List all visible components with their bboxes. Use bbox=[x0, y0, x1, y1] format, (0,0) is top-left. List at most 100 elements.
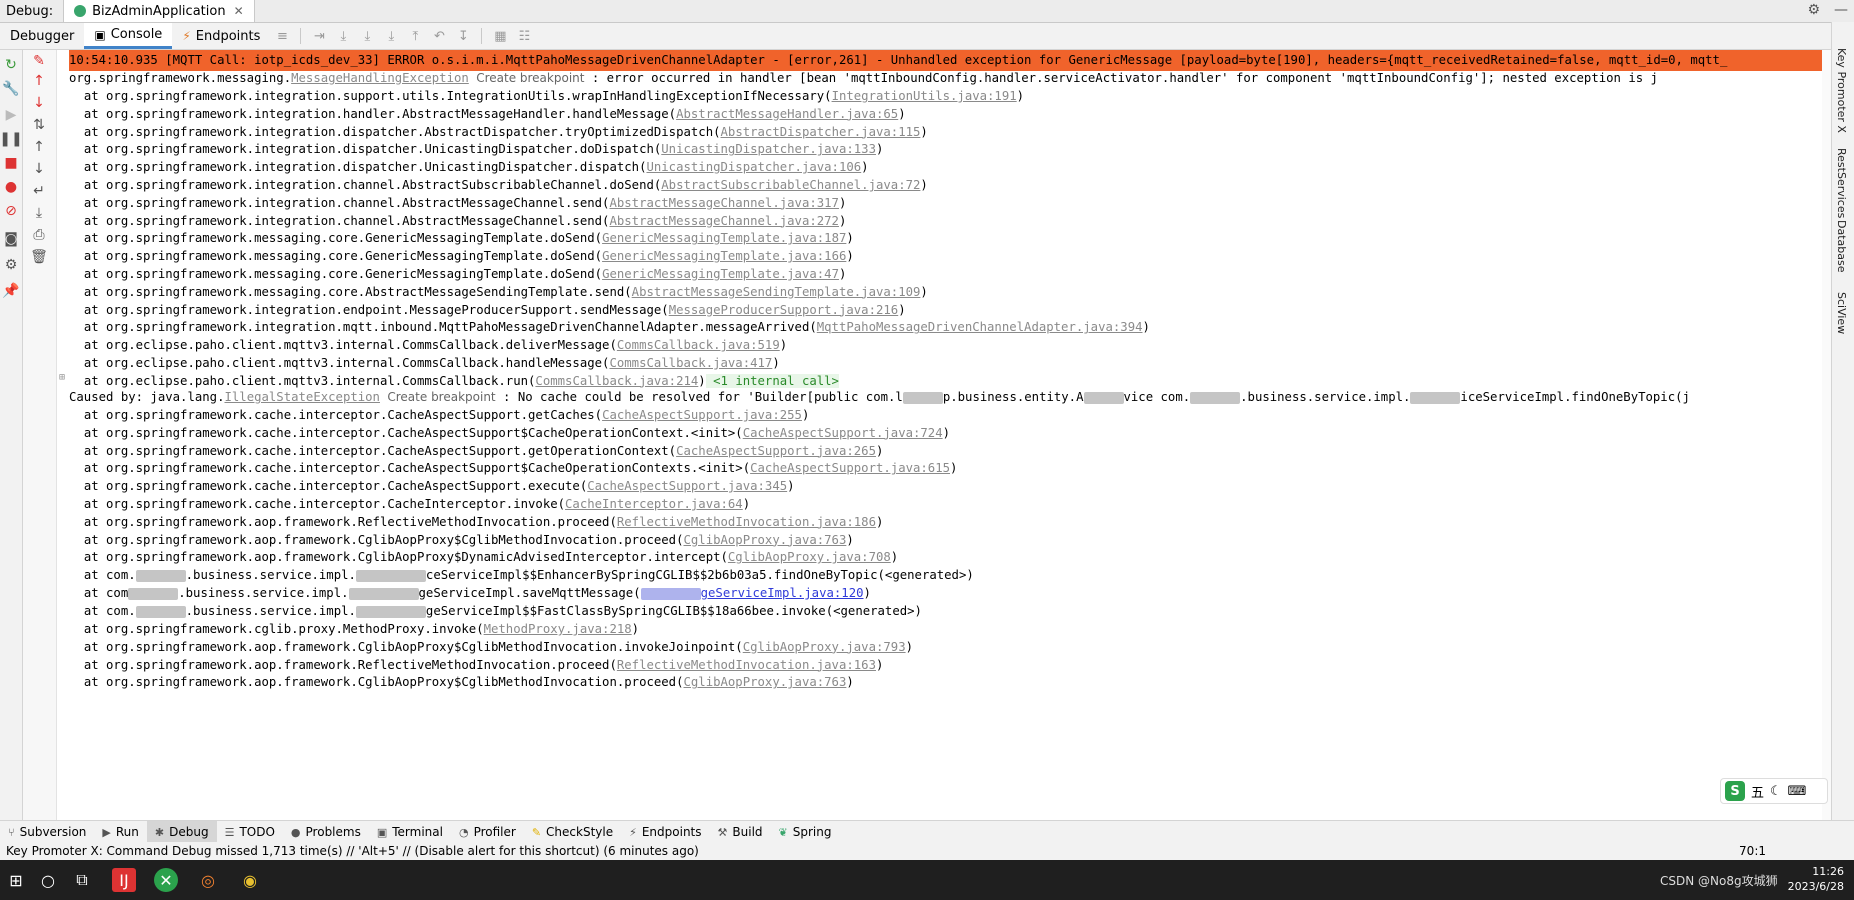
ime-mode[interactable]: 五 bbox=[1751, 782, 1764, 801]
tool-endpoints[interactable]: ⚡ Endpoints bbox=[621, 821, 709, 843]
create-breakpoint-link[interactable]: Create breakpoint bbox=[476, 71, 584, 85]
ime-toolbar[interactable]: S 五 ☾ ⌨ bbox=[1720, 778, 1828, 804]
gear-icon[interactable]: ⚙ bbox=[1807, 2, 1820, 18]
tool-restservices[interactable]: RestServices bbox=[1835, 148, 1848, 218]
source-link[interactable]: AbstractSubscribableChannel.java:72 bbox=[661, 178, 920, 192]
source-link[interactable]: MessageProducerSupport.java:216 bbox=[669, 303, 899, 317]
source-link[interactable]: GenericMessagingTemplate.java:187 bbox=[602, 231, 846, 245]
up-arrow-icon[interactable]: ↑ bbox=[30, 72, 48, 90]
tool-profiler[interactable]: ◔ Profiler bbox=[451, 821, 524, 843]
drop-frame-icon[interactable]: ↶ bbox=[432, 29, 446, 44]
source-link[interactable]: CacheAspectSupport.java:724 bbox=[743, 426, 943, 440]
step-over-icon[interactable]: ⤓ bbox=[336, 29, 350, 44]
source-link[interactable]: ReflectiveMethodInvocation.java:163 bbox=[617, 658, 876, 672]
tool-database[interactable]: Database bbox=[1835, 220, 1848, 273]
source-link[interactable]: CglibAopProxy.java:708 bbox=[728, 550, 891, 564]
source-link[interactable]: CommsCallback.java:417 bbox=[609, 356, 772, 370]
tool-spring[interactable]: ❦ Spring bbox=[771, 821, 840, 843]
source-link[interactable]: CglibAopProxy.java:763 bbox=[683, 675, 846, 689]
internal-call-fold[interactable]: <1 internal call> bbox=[705, 373, 839, 388]
browser-icon[interactable]: ◎ bbox=[196, 868, 220, 892]
camera-icon[interactable]: ◙ bbox=[2, 230, 20, 248]
source-link[interactable]: AbstractDispatcher.java:115 bbox=[721, 125, 921, 139]
down-arrow-icon[interactable]: ↓ bbox=[30, 94, 48, 112]
rerun-icon[interactable]: ↻ bbox=[2, 56, 20, 74]
tab-endpoints[interactable]: ⚡ Endpoints bbox=[172, 23, 270, 49]
scroll-down-icon[interactable]: ↓ bbox=[30, 160, 48, 178]
task-view-icon[interactable]: ⧉ bbox=[70, 868, 94, 892]
evaluate-icon[interactable]: ▦ bbox=[493, 29, 507, 44]
print-icon[interactable]: ⎙ bbox=[30, 226, 48, 244]
source-link[interactable]: CacheAspectSupport.java:255 bbox=[602, 408, 802, 422]
source-link[interactable]: AbstractMessageChannel.java:272 bbox=[609, 214, 839, 228]
modify-config-icon[interactable]: 🔧 bbox=[2, 80, 20, 98]
system-tray[interactable]: 11:26 2023/6/28 bbox=[1788, 864, 1844, 894]
create-breakpoint-link[interactable]: Create breakpoint bbox=[387, 390, 495, 404]
source-link[interactable]: MethodProxy.java:218 bbox=[484, 622, 632, 636]
console-output[interactable]: 10:54:10.935 [MQTT Call: iotp_icds_dev_3… bbox=[57, 50, 1822, 820]
tool-sciview[interactable]: SciView bbox=[1835, 292, 1848, 334]
tool-problems[interactable]: ● Problems bbox=[283, 821, 369, 843]
source-link[interactable]: ReflectiveMethodInvocation.java:186 bbox=[617, 515, 876, 529]
run-config-tab[interactable]: BizAdminApplication ✕ bbox=[63, 0, 255, 22]
stop-icon[interactable]: ■ bbox=[2, 154, 20, 172]
force-step-into-icon[interactable]: ⤓ bbox=[384, 29, 398, 44]
source-link[interactable]: MqttPahoMessageDrivenChannelAdapter.java… bbox=[817, 320, 1143, 334]
source-link[interactable]: CommsCallback.java:519 bbox=[617, 338, 780, 352]
scroll-up-icon[interactable]: ↑ bbox=[30, 138, 48, 156]
trace-icon[interactable]: ☷ bbox=[517, 29, 531, 44]
chrome-icon[interactable]: ◉ bbox=[238, 868, 262, 892]
step-into-icon[interactable]: ⤓ bbox=[360, 29, 374, 44]
clear-marker-icon[interactable]: ✎ bbox=[30, 52, 48, 70]
source-link[interactable]: UnicastingDispatcher.java:133 bbox=[661, 142, 876, 156]
source-link[interactable]: CacheAspectSupport.java:345 bbox=[587, 479, 787, 493]
source-link[interactable]: AbstractMessageChannel.java:317 bbox=[609, 196, 839, 210]
scroll-to-end-icon[interactable]: ⤓ bbox=[30, 204, 48, 222]
fold-icon[interactable]: ⊞ bbox=[59, 372, 65, 383]
search-icon[interactable]: ○ bbox=[36, 868, 60, 892]
settings-icon[interactable]: ⚙ bbox=[2, 256, 20, 274]
tool-subversion[interactable]: ⑂ Subversion bbox=[0, 821, 94, 843]
trash-icon[interactable]: 🗑 bbox=[30, 248, 48, 266]
source-link[interactable]: geServiceImpl.java:120 bbox=[640, 586, 864, 600]
keyboard-icon[interactable]: ⌨ bbox=[1788, 784, 1807, 799]
source-link[interactable]: IntegrationUtils.java:191 bbox=[832, 89, 1017, 103]
windows-start-icon[interactable]: ⊞ bbox=[4, 868, 28, 892]
source-link[interactable]: CacheAspectSupport.java:265 bbox=[676, 444, 876, 458]
tool-build[interactable]: ⚒ Build bbox=[710, 821, 771, 843]
soft-wrap-icon[interactable]: ↵ bbox=[30, 182, 48, 200]
sort-icon[interactable]: ⇅ bbox=[30, 116, 48, 134]
source-link[interactable]: CacheAspectSupport.java:615 bbox=[750, 461, 950, 475]
status-message[interactable]: Key Promoter X: Command Debug missed 1,7… bbox=[6, 842, 699, 860]
source-link[interactable]: UnicastingDispatcher.java:106 bbox=[646, 160, 861, 174]
minimize-icon[interactable]: — bbox=[1834, 2, 1848, 18]
caret-position[interactable]: 70:1 bbox=[1739, 842, 1766, 860]
step-out-icon[interactable]: ⤒ bbox=[408, 29, 422, 44]
exception-link[interactable]: MessageHandlingException bbox=[291, 71, 469, 85]
show-execution-point-icon[interactable]: ⇥ bbox=[312, 29, 326, 44]
source-link[interactable]: CacheInterceptor.java:64 bbox=[565, 497, 743, 511]
menu-icon[interactable]: ≡ bbox=[275, 29, 289, 44]
source-link[interactable]: CglibAopProxy.java:793 bbox=[743, 640, 906, 654]
source-link[interactable]: GenericMessagingTemplate.java:47 bbox=[602, 267, 839, 281]
tool-checkstyle[interactable]: ✎ CheckStyle bbox=[524, 821, 621, 843]
intellij-icon[interactable]: IJ bbox=[112, 868, 136, 892]
source-link[interactable]: GenericMessagingTemplate.java:166 bbox=[602, 249, 846, 263]
pause-icon[interactable]: ❚❚ bbox=[0, 130, 23, 148]
source-link[interactable]: AbstractMessageHandler.java:65 bbox=[676, 107, 898, 121]
resume-icon[interactable]: ▶ bbox=[2, 106, 20, 124]
tool-key-promoter-x[interactable]: Key Promoter X bbox=[1835, 48, 1848, 133]
tab-console[interactable]: ▣ Console bbox=[84, 23, 173, 49]
view-breakpoints-icon[interactable]: ● bbox=[2, 178, 20, 196]
app-icon[interactable]: ✕ bbox=[154, 868, 178, 892]
tab-debugger[interactable]: Debugger bbox=[0, 23, 84, 49]
source-link[interactable]: CglibAopProxy.java:763 bbox=[683, 533, 846, 547]
source-link[interactable]: CommsCallback.java:214 bbox=[535, 374, 698, 388]
tool-todo[interactable]: ☰ TODO bbox=[217, 821, 283, 843]
source-link[interactable]: AbstractMessageSendingTemplate.java:109 bbox=[632, 285, 921, 299]
run-to-cursor-icon[interactable]: ↧ bbox=[456, 29, 470, 44]
moon-icon[interactable]: ☾ bbox=[1770, 784, 1782, 799]
mute-breakpoints-icon[interactable]: ⊘ bbox=[2, 202, 20, 220]
caused-exception-link[interactable]: IllegalStateException bbox=[224, 390, 379, 404]
tool-run[interactable]: ▶ Run bbox=[94, 821, 146, 843]
